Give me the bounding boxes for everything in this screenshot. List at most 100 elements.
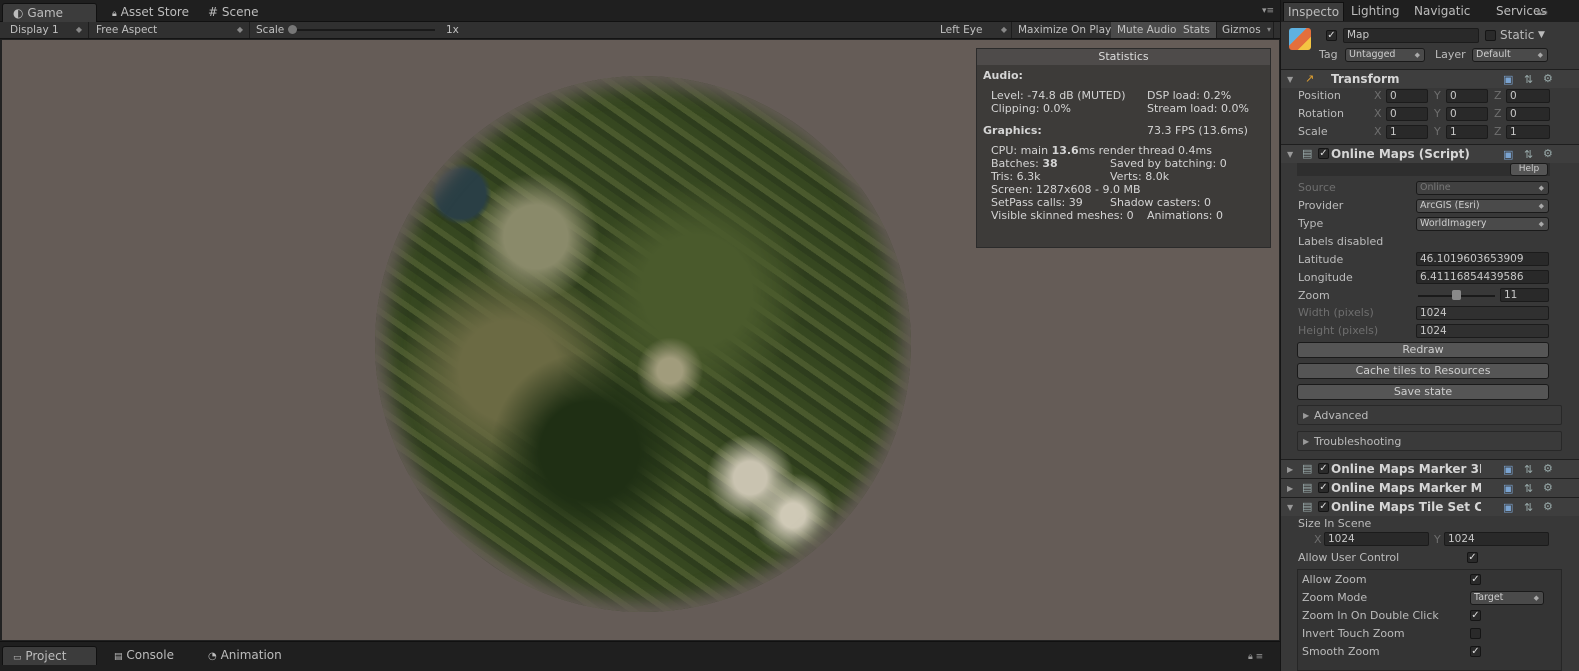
latitude-label: Latitude xyxy=(1298,253,1344,266)
lock-icon[interactable]: 🔒︎ ≡ xyxy=(1248,652,1263,662)
scale-slider-thumb[interactable] xyxy=(288,25,297,34)
fold-right-icon[interactable]: ▶ xyxy=(1287,484,1293,493)
zoom-field[interactable]: 11 xyxy=(1500,288,1549,302)
gear-icon[interactable]: ⚙ xyxy=(1543,481,1553,494)
clock-icon: ◔ xyxy=(208,651,217,662)
rotation-label: Rotation xyxy=(1298,107,1345,120)
size-x-field[interactable]: 1024 xyxy=(1324,532,1429,546)
preset-icon[interactable]: ⇅ xyxy=(1524,463,1533,476)
marker-3d-header[interactable]: ▶ ▤ ✓ Online Maps Marker 3D ▣ ⇅ ⚙ xyxy=(1281,459,1579,478)
size-y-field[interactable]: 1024 xyxy=(1444,532,1549,546)
help-book-icon[interactable]: ▣ xyxy=(1503,148,1513,161)
zoom-mode-dropdown[interactable]: Target ◆ xyxy=(1470,591,1544,605)
preset-icon[interactable]: ⇅ xyxy=(1524,501,1533,514)
transform-header[interactable]: ▼ ↗ Transform ▣ ⇅ ⚙ xyxy=(1281,69,1579,88)
smooth-zoom-checkbox[interactable]: ✓ xyxy=(1470,646,1481,657)
enabled-checkbox[interactable]: ✓ xyxy=(1318,501,1329,512)
fold-down-icon[interactable]: ▼ xyxy=(1287,503,1293,512)
x-label: X xyxy=(1374,89,1382,102)
tileset-control-header[interactable]: ▼ ▤ ✓ Online Maps Tile Set Co ▣ ⇅ ⚙ xyxy=(1281,497,1579,516)
allow-user-control-checkbox[interactable]: ✓ xyxy=(1467,552,1478,563)
tab-lighting[interactable]: Lighting xyxy=(1351,4,1400,18)
stats-toggle[interactable]: Stats xyxy=(1177,22,1217,38)
enabled-checkbox[interactable]: ✓ xyxy=(1318,482,1329,493)
zoom-double-click-checkbox[interactable]: ✓ xyxy=(1470,610,1481,621)
save-state-button[interactable]: Save state xyxy=(1297,384,1549,400)
help-button[interactable]: Help xyxy=(1510,163,1548,176)
layer-dropdown[interactable]: Default ◆ xyxy=(1472,48,1548,62)
tab-game[interactable]: ◐ Game xyxy=(2,3,97,22)
gizmos-dropdown[interactable]: Gizmos ▾ xyxy=(1216,22,1274,38)
help-book-icon[interactable]: ▣ xyxy=(1503,482,1513,495)
rotation-x-field[interactable]: 0 xyxy=(1386,107,1428,121)
tab-inspector[interactable]: Inspecto xyxy=(1283,2,1345,21)
tab-navigation[interactable]: Navigatic xyxy=(1414,4,1470,18)
maximize-on-play-toggle[interactable]: Maximize On Play xyxy=(1012,22,1119,38)
mute-audio-toggle[interactable]: Mute Audio xyxy=(1111,22,1184,38)
tab-animation[interactable]: ◔ Animation xyxy=(198,646,292,665)
fold-right-icon[interactable]: ▶ xyxy=(1287,465,1293,474)
tab-console[interactable]: ▤ Console xyxy=(104,646,184,665)
active-checkbox[interactable]: ✓ xyxy=(1326,30,1337,41)
fold-down-icon[interactable]: ▼ xyxy=(1287,150,1293,159)
rotation-y-field[interactable]: 0 xyxy=(1446,107,1488,121)
help-book-icon[interactable]: ▣ xyxy=(1503,463,1513,476)
tab-scene[interactable]: # Scene xyxy=(198,3,268,22)
online-maps-header[interactable]: ▼ ▤ ✓ Online Maps (Script) ▣ ⇅ ⚙ xyxy=(1281,144,1579,163)
redraw-button[interactable]: Redraw xyxy=(1297,342,1549,358)
preset-icon[interactable]: ⇅ xyxy=(1524,73,1533,86)
position-x-field[interactable]: 0 xyxy=(1386,89,1428,103)
audio-level: Level: -74.8 dB (MUTED) xyxy=(991,89,1126,102)
display-dropdown[interactable]: Display 1 ◆ xyxy=(4,22,89,38)
enabled-checkbox[interactable]: ✓ xyxy=(1318,463,1329,474)
fold-right-icon: ▶ xyxy=(1303,411,1310,420)
scale-slider-track[interactable] xyxy=(290,29,435,31)
source-dropdown: Online ◆ xyxy=(1416,181,1549,195)
type-dropdown[interactable]: WorldImagery ◆ xyxy=(1416,217,1549,231)
gear-icon[interactable]: ⚙ xyxy=(1543,72,1553,85)
chevron-icon: ◆ xyxy=(1538,220,1544,228)
height-field: 1024 xyxy=(1416,324,1549,338)
satellite-map[interactable] xyxy=(375,76,911,612)
help-book-icon[interactable]: ▣ xyxy=(1503,501,1513,514)
size-in-scene-label: Size In Scene xyxy=(1298,517,1372,530)
position-z-field[interactable]: 0 xyxy=(1506,89,1550,103)
static-checkbox[interactable] xyxy=(1485,30,1496,41)
position-y-field[interactable]: 0 xyxy=(1446,89,1488,103)
gear-icon[interactable]: ⚙ xyxy=(1543,500,1553,513)
scale-y-field[interactable]: 1 xyxy=(1446,125,1488,139)
gear-icon[interactable]: ⚙ xyxy=(1543,147,1553,160)
zoom-slider-thumb[interactable] xyxy=(1452,290,1461,300)
aspect-dropdown[interactable]: Free Aspect ◆ xyxy=(90,22,250,38)
rotation-z-field[interactable]: 0 xyxy=(1506,107,1550,121)
tag-dropdown[interactable]: Untagged ◆ xyxy=(1345,48,1425,62)
preset-icon[interactable]: ⇅ xyxy=(1524,148,1533,161)
invert-touch-zoom-checkbox[interactable] xyxy=(1470,628,1481,639)
preset-icon[interactable]: ⇅ xyxy=(1524,482,1533,495)
fold-down-icon[interactable]: ▼ xyxy=(1287,75,1293,84)
scale-x-field[interactable]: 1 xyxy=(1386,125,1428,139)
provider-dropdown[interactable]: ArcGIS (Esri) ◆ xyxy=(1416,199,1549,213)
object-name-field[interactable]: Map xyxy=(1343,28,1479,43)
scale-control[interactable]: Scale 1x xyxy=(250,22,470,38)
scale-z-field[interactable]: 1 xyxy=(1506,125,1550,139)
statistics-panel: Statistics Audio: Level: -74.8 dB (MUTED… xyxy=(976,48,1271,248)
latitude-field[interactable]: 46.1019603653909 xyxy=(1416,252,1549,266)
advanced-foldout[interactable]: ▶ Advanced xyxy=(1297,405,1562,425)
longitude-field[interactable]: 6.41116854439586 xyxy=(1416,270,1549,284)
tab-project[interactable]: ▭ Project xyxy=(2,646,97,665)
gear-icon[interactable]: ⚙ xyxy=(1543,462,1553,475)
enabled-checkbox[interactable]: ✓ xyxy=(1318,148,1329,159)
help-book-icon[interactable]: ▣ xyxy=(1503,73,1513,86)
eye-dropdown[interactable]: Left Eye ◆ xyxy=(934,22,1012,38)
troubleshooting-foldout[interactable]: ▶ Troubleshooting xyxy=(1297,431,1562,451)
animations: Animations: 0 xyxy=(1147,209,1224,222)
marker-manager-header[interactable]: ▶ ▤ ✓ Online Maps Marker Ma ▣ ⇅ ⚙ xyxy=(1281,478,1579,497)
menu-icon[interactable]: ▾≡ xyxy=(1262,6,1274,16)
lock-icon[interactable]: 🔒︎≡ xyxy=(1537,8,1548,18)
cache-tiles-button[interactable]: Cache tiles to Resources xyxy=(1297,363,1549,379)
tab-asset-store[interactable]: 🔒︎ Asset Store xyxy=(102,3,199,22)
chevron-down-icon[interactable]: ▼ xyxy=(1538,30,1545,40)
screen-stat: Screen: 1287x608 - 9.0 MB xyxy=(991,183,1141,196)
allow-zoom-checkbox[interactable]: ✓ xyxy=(1470,574,1481,585)
